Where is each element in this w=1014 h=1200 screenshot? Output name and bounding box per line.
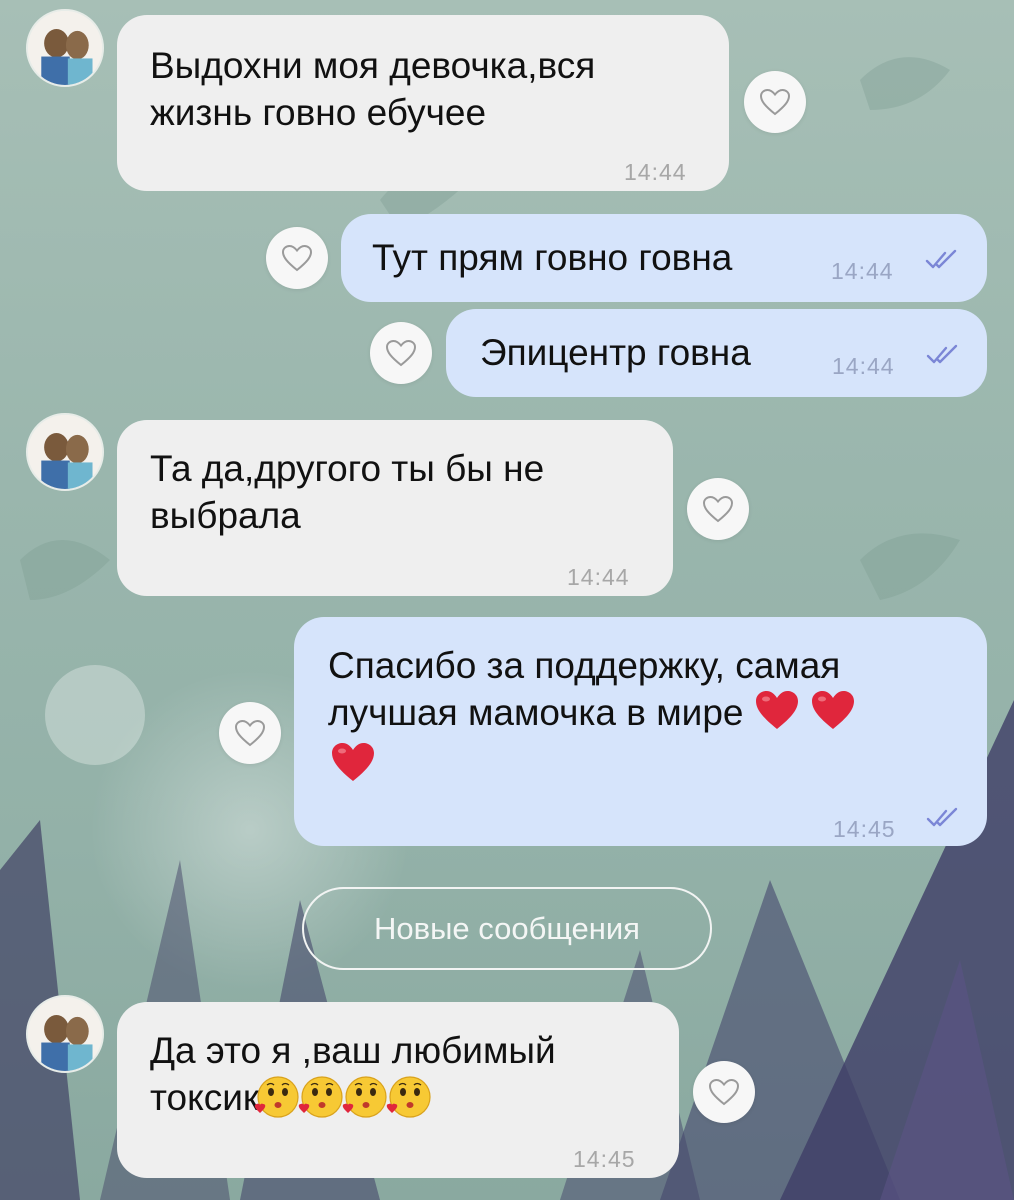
message-time: 14:44 — [624, 159, 687, 185]
like-heart-button[interactable] — [744, 71, 806, 133]
contact-avatar[interactable] — [26, 995, 104, 1073]
message-time: 14:44 — [831, 258, 894, 284]
read-checkmarks-icon — [926, 807, 958, 827]
kissing-face-emoji-icon — [298, 1076, 343, 1118]
new-messages-divider[interactable]: Новые сообщения — [302, 887, 712, 970]
read-checkmarks-icon — [926, 344, 958, 364]
message-text: лучшая мамочка в мире — [328, 692, 744, 733]
like-heart-button[interactable] — [687, 478, 749, 540]
message-text-line: Та да,другого ты бы не — [150, 448, 545, 489]
kissing-face-emoji-icon — [254, 1076, 299, 1118]
message-time: 14:44 — [567, 564, 630, 590]
message-bubble-incoming[interactable]: Выдохни моя девочка,вся жизнь говно ебуч… — [117, 15, 729, 191]
read-checkmarks-icon — [925, 249, 957, 269]
heart-outline-icon — [708, 1078, 740, 1106]
like-heart-button[interactable] — [693, 1061, 755, 1123]
message-time: 14:45 — [573, 1146, 636, 1172]
message-time: 14:44 — [832, 353, 895, 379]
like-heart-button[interactable] — [266, 227, 328, 289]
message-bubble-outgoing[interactable]: Эпицентр говна 14:44 — [446, 309, 987, 397]
message-time: 14:45 — [833, 816, 896, 842]
message-text-line: жизнь говно ебучее — [150, 92, 487, 133]
message-text-line: Спасибо за поддержку, самая — [328, 645, 841, 686]
message-text-line: Эпицентр говна — [480, 332, 751, 373]
kissing-face-emoji-icon — [342, 1076, 387, 1118]
message-bubble-outgoing[interactable]: Тут прям говно говна 14:44 — [341, 214, 987, 302]
message-bubble-outgoing[interactable]: Спасибо за поддержку, самая лучшая мамоч… — [294, 617, 987, 846]
contact-avatar[interactable] — [26, 9, 104, 87]
message-bubble-incoming[interactable]: Да это я ,ваш любимый токсик 14:45 — [117, 1002, 679, 1178]
message-text-line: токсик — [150, 1074, 435, 1121]
heart-outline-icon — [234, 719, 266, 747]
heart-outline-icon — [759, 88, 791, 116]
heart-outline-icon — [281, 244, 313, 272]
message-text-line: Да это я ,ваш любимый — [150, 1030, 556, 1071]
heart-outline-icon — [385, 339, 417, 367]
contact-avatar[interactable] — [26, 413, 104, 491]
message-text: токсик — [150, 1077, 260, 1118]
message-text-line: лучшая мамочка в мире — [328, 689, 856, 736]
message-text-line: выбрала — [150, 495, 301, 536]
red-heart-emoji-icon — [332, 743, 374, 781]
message-text-line: Выдохни моя девочка,вся — [150, 45, 596, 86]
red-heart-emoji-icon — [755, 691, 798, 729]
heart-outline-icon — [702, 495, 734, 523]
like-heart-button[interactable] — [370, 322, 432, 384]
message-text-line: Тут прям говно говна — [372, 237, 733, 278]
kissing-face-emoji-icon — [386, 1076, 431, 1118]
like-heart-button[interactable] — [219, 702, 281, 764]
message-bubble-incoming[interactable]: Та да,другого ты бы не выбрала 14:44 — [117, 420, 673, 596]
red-heart-emoji-icon — [812, 691, 855, 729]
